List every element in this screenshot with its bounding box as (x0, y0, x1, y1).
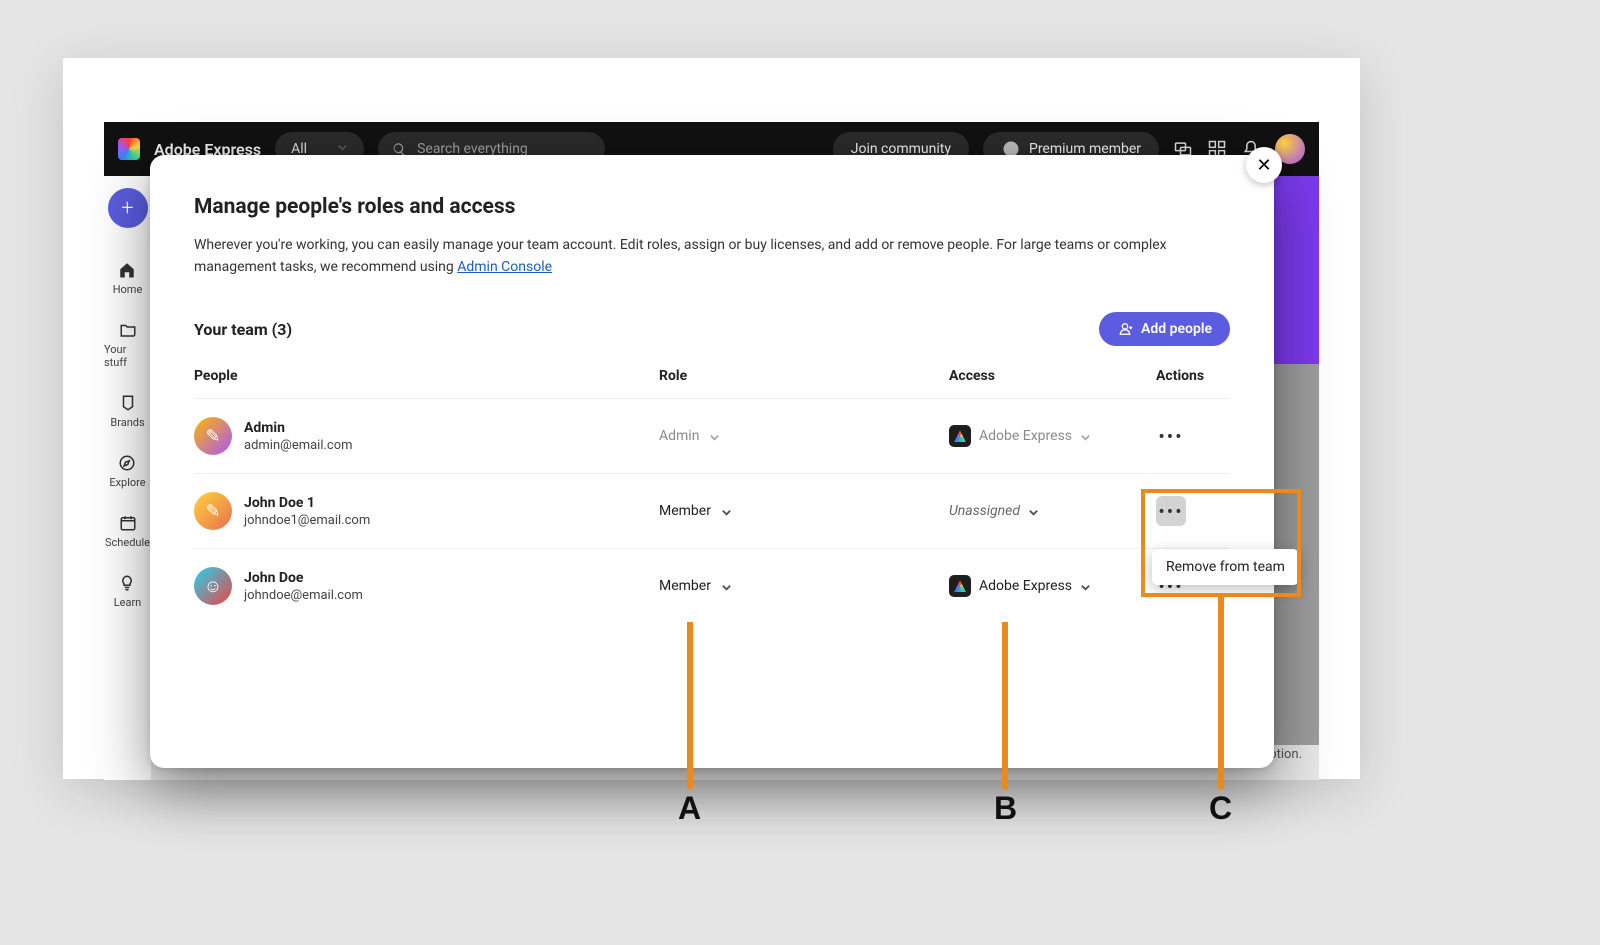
create-new-button[interactable]: + (108, 188, 148, 228)
side-nav: + Home Your stuff Brands Explore (104, 176, 151, 780)
lightbulb-icon (117, 573, 137, 593)
row-actions-button[interactable]: ••• (1156, 421, 1186, 451)
admin-console-link[interactable]: Admin Console (457, 259, 552, 275)
nav-learn[interactable]: Learn (114, 573, 142, 609)
nav-schedule[interactable]: Schedule (105, 513, 150, 549)
people-table: People Role Access Actions ✎ Admin admin… (194, 368, 1230, 623)
person-name: John Doe (244, 569, 363, 588)
team-count-heading: Your team (3) (194, 320, 292, 339)
compass-icon (117, 453, 137, 473)
chevron-down-icon (721, 506, 731, 516)
nav-your-stuff[interactable]: Your stuff (104, 320, 151, 369)
close-button[interactable]: ✕ (1246, 147, 1282, 183)
adobe-express-app-icon (949, 425, 971, 447)
adobe-express-app-icon (949, 575, 971, 597)
nav-brands[interactable]: Brands (110, 393, 144, 429)
person-name: John Doe 1 (244, 494, 370, 513)
row-actions-button[interactable]: ••• (1156, 496, 1186, 526)
access-dropdown[interactable]: Adobe Express (949, 575, 1156, 597)
avatar: ✎ (194, 492, 232, 530)
adobe-logo-icon (118, 138, 140, 160)
calendar-icon (118, 513, 138, 533)
table-row: ✎ John Doe 1 johndoe1@email.com Member U… (194, 473, 1230, 548)
col-people-header: People (194, 368, 659, 384)
role-dropdown[interactable]: Member (659, 503, 731, 519)
avatar: ☺ (194, 567, 232, 605)
person-email: johndoe@email.com (244, 588, 363, 603)
access-dropdown[interactable]: Adobe Express (949, 425, 1156, 447)
home-icon (117, 260, 137, 280)
role-dropdown[interactable]: Member (659, 578, 731, 594)
col-actions-header: Actions (1156, 368, 1230, 384)
col-access-header: Access (949, 368, 1156, 384)
add-people-button[interactable]: Add people (1099, 312, 1230, 346)
add-person-icon (1117, 321, 1133, 337)
table-header: People Role Access Actions (194, 368, 1230, 398)
annotation-label-a: A (678, 790, 701, 827)
person-email: johndoe1@email.com (244, 513, 370, 528)
annotation-label-b: B (994, 790, 1017, 827)
modal-title: Manage people's roles and access (194, 195, 1230, 219)
nav-explore[interactable]: Explore (109, 453, 145, 489)
brand-icon (118, 393, 138, 413)
chevron-down-icon (721, 581, 731, 591)
close-icon: ✕ (1256, 155, 1271, 176)
folder-icon (118, 320, 138, 340)
chevron-down-icon (1028, 506, 1038, 516)
col-role-header: Role (659, 368, 949, 384)
avatar: ✎ (194, 417, 232, 455)
remove-from-team-item[interactable]: Remove from team (1166, 559, 1285, 575)
chevron-down-icon (1080, 431, 1090, 441)
annotation-label-c: C (1209, 790, 1232, 827)
chevron-down-icon (1080, 581, 1090, 591)
role-dropdown[interactable]: Admin (659, 428, 719, 444)
modal-intro: Wherever you're working, you can easily … (194, 235, 1230, 278)
person-name: Admin (244, 419, 353, 438)
chevron-down-icon (709, 431, 719, 441)
person-email: admin@email.com (244, 438, 353, 453)
manage-people-modal: ✕ Manage people's roles and access Where… (150, 155, 1274, 768)
row-actions-menu: Remove from team (1152, 549, 1299, 585)
nav-home[interactable]: Home (113, 260, 143, 296)
table-row: ☺ John Doe johndoe@email.com Member Adob… (194, 548, 1230, 623)
access-dropdown[interactable]: Unassigned (949, 503, 1156, 519)
table-row: ✎ Admin admin@email.com Admin Adobe Expr… (194, 398, 1230, 473)
